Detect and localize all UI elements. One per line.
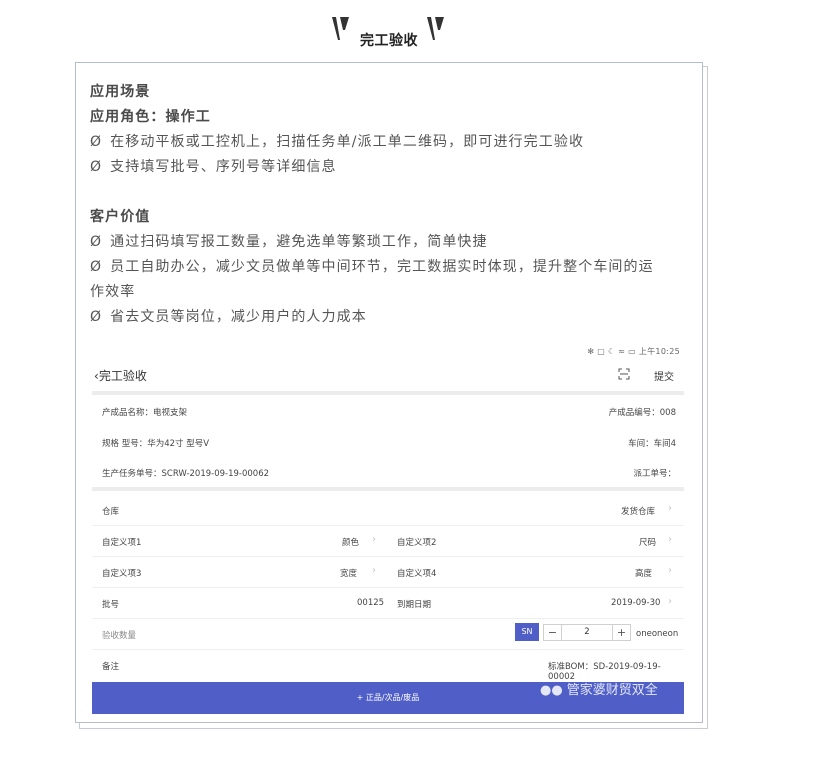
remark-row: 备注 标准BOM：SD-2019-09-19-00002 [92, 650, 684, 682]
value-item: Ø 省去文员等岗位，减少用户的人力成本 [90, 305, 690, 330]
divider [92, 487, 684, 491]
task-number: 生产任务单号：SCRW-2019-09-19-00062 [102, 469, 270, 479]
status-bar: ✻ ▢ ☾ ≈ ▭ 上午10:25 [587, 347, 680, 356]
watermark: ●● 管家婆财贸双全 [540, 679, 658, 698]
value-item: Ø 通过扫码填写报工数量，避免选单等繁琐工作，简单快捷 [90, 230, 690, 255]
back-button[interactable]: ‹完工验收 [94, 367, 147, 384]
custom-row: 自定义项3 宽度 › 自定义项4 高度 › [92, 557, 684, 588]
brush-stroke-icon [427, 17, 444, 40]
section-title: 完工验收 [360, 33, 418, 49]
value-item: Ø 员工自助办公，减少文员做单等中间环节，完工数据实时体现，提升整个车间的运 [90, 255, 690, 280]
app-bar: ‹完工验收 提交 [92, 362, 684, 390]
minus-button[interactable]: − [544, 625, 562, 640]
value-item-continuation: 作效率 [90, 284, 136, 300]
custom3-label: 自定义项3 [102, 569, 142, 579]
workshop: 车间：车间4 [628, 439, 676, 449]
quantity-unit: oneoneon [636, 629, 679, 639]
section-heading: 完工验收 [0, 14, 840, 54]
chevron-right-icon: › [668, 534, 672, 545]
screen-title: 完工验收 [98, 369, 147, 383]
tablet-screenshot: ✻ ▢ ☾ ≈ ▭ 上午10:25 ‹完工验收 提交 产成品名称：电视支架 产成… [92, 340, 684, 714]
quantity-label: 验收数量 [102, 631, 137, 641]
scene-item-text: 支持填写批号、序列号等详细信息 [110, 159, 337, 175]
spec: 规格 型号：华为42寸 型号V [102, 439, 210, 449]
custom4-value[interactable]: 高度 [635, 567, 652, 579]
chevron-right-icon: › [372, 534, 376, 545]
scene-item-text: 在移动平板或工控机上，扫描任务单/派工单二维码，即可进行完工验收 [110, 134, 585, 150]
intro-text: 应用场景 应用角色：操作工 Ø 在移动平板或工控机上，扫描任务单/派工单二维码，即… [90, 80, 690, 330]
role-line: 应用角色：操作工 [90, 109, 211, 125]
bullet-symbol: Ø [90, 259, 103, 275]
custom2-value[interactable]: 尺码 [639, 536, 656, 548]
batch-row: 批号 00125 到期日期 2019-09-30 › [92, 588, 684, 619]
value-item-text: 员工自助办公，减少文员做单等中间环节，完工数据实时体现，提升整个车间的运 [110, 259, 654, 275]
wechat-icon: ●● [540, 683, 563, 698]
info-row: 产成品名称：电视支架 产成品编号：008 [102, 406, 676, 422]
custom-row: 自定义项1 颜色 › 自定义项2 尺码 › [92, 526, 684, 557]
batch-label: 批号 [102, 600, 120, 610]
chevron-right-icon: › [372, 565, 376, 576]
warehouse-label: 仓库 [102, 507, 120, 517]
bullet-symbol: Ø [90, 309, 103, 325]
warehouse-row[interactable]: 仓库 发货仓库 › [92, 495, 684, 526]
chevron-right-icon: › [668, 565, 672, 576]
info-row: 生产任务单号：SCRW-2019-09-19-00062 派工单号： [102, 467, 676, 483]
bullet-symbol: Ø [90, 234, 103, 250]
value-title: 客户价值 [90, 209, 151, 225]
plus-button[interactable]: + [612, 625, 630, 640]
product-code: 产成品编号：008 [608, 408, 676, 418]
submit-button[interactable]: 提交 [654, 368, 674, 383]
scene-title: 应用场景 [90, 84, 151, 100]
value-item-text: 通过扫码填写报工数量，避免选单等繁琐工作，简单快捷 [110, 234, 488, 250]
chevron-right-icon: › [668, 503, 672, 514]
value-item-text: 省去文员等岗位，减少用户的人力成本 [110, 309, 367, 325]
quantity-stepper[interactable]: − 2 + [543, 624, 631, 641]
chevron-right-icon: › [668, 596, 672, 607]
sn-button[interactable]: SN [515, 623, 539, 641]
custom1-value[interactable]: 颜色 [342, 536, 359, 548]
dispatch-number: 派工单号： [633, 469, 676, 479]
product-name: 产成品名称：电视支架 [102, 408, 188, 418]
brush-stroke-icon [332, 17, 349, 40]
custom3-value[interactable]: 宽度 [340, 567, 357, 579]
bullet-symbol: Ø [90, 159, 103, 175]
batch-value[interactable]: 00125 [357, 598, 384, 608]
scene-item: Ø 支持填写批号、序列号等详细信息 [90, 155, 690, 180]
divider [92, 391, 684, 395]
warehouse-value: 发货仓库 [621, 507, 656, 517]
info-row: 规格 型号：华为42寸 型号V 车间：车间4 [102, 437, 676, 453]
watermark-text: 管家婆财贸双全 [566, 683, 658, 698]
scene-item: Ø 在移动平板或工控机上，扫描任务单/派工单二维码，即可进行完工验收 [90, 130, 690, 155]
bullet-symbol: Ø [90, 134, 103, 150]
scan-icon[interactable] [618, 368, 630, 380]
expiry-label: 到期日期 [397, 600, 432, 610]
custom2-label: 自定义项2 [397, 538, 437, 548]
custom1-label: 自定义项1 [102, 538, 142, 548]
expiry-value[interactable]: 2019-09-30 [611, 598, 660, 608]
remark-label: 备注 [102, 662, 120, 672]
quantity-value[interactable]: 2 [562, 625, 612, 640]
custom4-label: 自定义项4 [397, 569, 437, 579]
